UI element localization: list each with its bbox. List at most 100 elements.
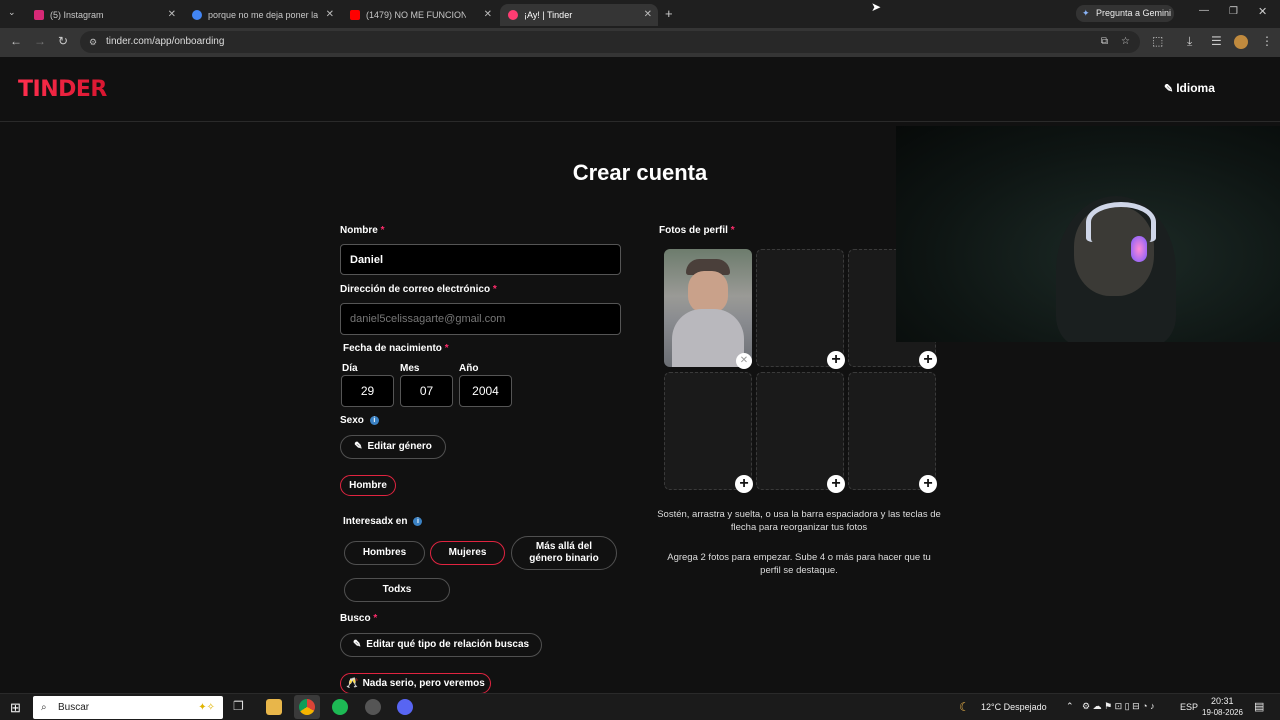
app-icon[interactable] <box>365 699 381 715</box>
globe-icon: ✎ <box>1164 83 1174 95</box>
day-field[interactable]: 29 <box>341 375 394 407</box>
remove-photo-icon[interactable]: ✕ <box>736 353 752 369</box>
name-label: Nombre * <box>340 225 384 236</box>
notification-icon[interactable]: ▤ <box>1254 700 1264 713</box>
info-icon[interactable]: i <box>413 516 423 526</box>
required-mark: * <box>380 225 385 236</box>
google-icon <box>192 10 202 20</box>
photo-slot-5[interactable] <box>756 372 844 490</box>
spotify-icon[interactable] <box>332 699 348 715</box>
add-photo-icon[interactable]: + <box>919 351 937 369</box>
menu-icon[interactable]: ⋮ <box>1261 34 1273 48</box>
gemini-icon: ✦ <box>1082 8 1090 18</box>
moon-weather-icon: ☾ <box>959 700 970 714</box>
day-value: 29 <box>360 384 375 398</box>
instagram-icon <box>34 10 44 20</box>
pencil-icon: ✎ <box>352 639 362 650</box>
close-icon[interactable]: ✕ <box>168 9 176 20</box>
new-tab-icon[interactable]: + <box>665 6 673 21</box>
search-highlight-icon: ✦✧ <box>198 702 215 713</box>
looking-label: Busco * <box>340 613 377 624</box>
install-app-icon[interactable]: ⧉ <box>1101 31 1108 53</box>
download-icon[interactable]: ⤓ <box>1187 34 1192 49</box>
photo-face-shape <box>688 271 728 313</box>
gemini-button[interactable]: ✦ Pregunta a Gemini <box>1076 5 1174 22</box>
search-label: Buscar <box>58 702 90 713</box>
add-photo-icon[interactable]: + <box>735 475 753 493</box>
windows-taskbar: ⊞ ⌕ Buscar ✦✧ ❐ ☾ 12°C Despejado ⌃ ⚙ ☁ ⚑… <box>0 693 1280 720</box>
tray-chevron-icon[interactable]: ⌃ <box>1066 701 1074 712</box>
profile-avatar[interactable] <box>1234 35 1248 49</box>
restore-icon[interactable]: ❐ <box>1229 6 1238 17</box>
photo-slot-4[interactable] <box>664 372 752 490</box>
clock-time[interactable]: 20:31 <box>1211 696 1234 706</box>
bookmark-star-icon[interactable]: ☆ <box>1121 31 1130 53</box>
name-field[interactable]: Daniel <box>340 244 621 275</box>
discord-icon[interactable] <box>397 699 413 715</box>
tinder-icon <box>508 10 518 20</box>
search-icon: ⌕ <box>41 702 47 713</box>
tinder-logo[interactable]: TINDER <box>18 77 107 102</box>
file-explorer-icon[interactable] <box>266 699 282 715</box>
gender-selected-label: Hombre <box>349 479 387 491</box>
option-todxs[interactable]: Todxs <box>344 578 450 602</box>
name-label-text: Nombre <box>340 225 378 236</box>
task-view-icon[interactable]: ❐ <box>233 699 244 713</box>
tray-icons[interactable]: ⚙ ☁ ⚑ ⊡ ▯ ⊟ ◔ ♪ <box>1082 701 1155 712</box>
minimize-icon[interactable]: — <box>1199 5 1209 16</box>
edit-relationship-button[interactable]: ✎ Editar qué tipo de relación buscas <box>340 633 542 657</box>
edit-relationship-label: Editar qué tipo de relación buscas <box>366 639 530 650</box>
tab-search-chevron-icon[interactable]: ⌄ <box>8 7 16 18</box>
weather-text[interactable]: 12°C Despejado <box>981 702 1047 712</box>
close-icon[interactable]: ✕ <box>644 9 652 20</box>
info-icon[interactable]: i <box>369 415 379 425</box>
gender-selected-chip[interactable]: Hombre <box>340 475 396 496</box>
input-language[interactable]: ESP <box>1180 702 1198 712</box>
email-field[interactable]: daniel5celissagarte@gmail.com <box>340 303 621 335</box>
tab-google[interactable]: porque no me deja poner la ca ✕ <box>184 4 340 26</box>
photo-slot-2[interactable] <box>756 249 844 367</box>
close-icon[interactable]: ✕ <box>326 9 334 20</box>
webcam-overlay <box>896 126 1280 342</box>
webcam-headphone-light-shape <box>1131 236 1147 262</box>
close-icon[interactable]: ✕ <box>484 9 492 20</box>
reload-icon[interactable]: ↻ <box>58 34 68 48</box>
windows-start-icon[interactable]: ⊞ <box>10 700 21 716</box>
forward-icon[interactable]: → <box>34 34 46 48</box>
tab-instagram[interactable]: (5) Instagram ✕ <box>26 4 182 26</box>
option-hombres[interactable]: Hombres <box>344 541 425 565</box>
year-field[interactable]: 2004 <box>459 375 512 407</box>
add-photo-icon[interactable]: + <box>827 475 845 493</box>
browser-toolbar: ← → ↻ ⚙ tinder.com/app/onboarding ⧉ ☆ ⬚ … <box>0 28 1280 57</box>
edit-gender-button[interactable]: ✎ Editar género <box>340 435 446 459</box>
add-photo-icon[interactable]: + <box>919 475 937 493</box>
month-field[interactable]: 07 <box>400 375 453 407</box>
site-info-icon[interactable]: ⚙ <box>89 31 97 53</box>
language-button[interactable]: ✎ Idioma <box>1164 81 1215 95</box>
tab-tinder[interactable]: ¡Ay! | Tinder ✕ <box>500 4 658 26</box>
taskbar-search[interactable]: ⌕ Buscar ✦✧ <box>33 696 223 719</box>
relationship-selected-chip[interactable]: 🥂 Nada serio, pero veremos <box>340 673 491 694</box>
email-placeholder: daniel5celissagarte@gmail.com <box>350 313 506 325</box>
month-value: 07 <box>419 384 434 398</box>
back-icon[interactable]: ← <box>10 34 22 48</box>
address-bar[interactable]: ⚙ tinder.com/app/onboarding ⧉ ☆ <box>80 31 1140 53</box>
interested-label-text: Interesadx en <box>343 516 408 527</box>
window-close-icon[interactable]: ✕ <box>1258 5 1267 18</box>
option-beyond-binary[interactable]: Más allá del género binario <box>511 536 617 570</box>
option-mujeres[interactable]: Mujeres <box>430 541 505 565</box>
relationship-selected-label: Nada serio, pero veremos <box>362 677 485 689</box>
tab-youtube[interactable]: (1479) NO ME FUNCIONA LA C ✕ <box>342 4 498 26</box>
add-photo-icon[interactable]: + <box>827 351 845 369</box>
reading-list-icon[interactable]: ☰ <box>1211 34 1222 48</box>
pencil-icon: ✎ <box>354 441 363 452</box>
tab-title: porque no me deja poner la ca <box>208 10 318 20</box>
required-mark: * <box>373 613 378 624</box>
header-divider <box>0 121 1280 122</box>
photo-slot-6[interactable] <box>848 372 936 490</box>
profile-photo-1[interactable] <box>664 249 752 367</box>
email-label: Dirección de correo electrónico * <box>340 284 497 295</box>
youtube-icon <box>350 10 360 20</box>
clock-date[interactable]: 19-08-2026 <box>1202 708 1243 717</box>
extensions-icon[interactable]: ⬚ <box>1152 34 1163 48</box>
